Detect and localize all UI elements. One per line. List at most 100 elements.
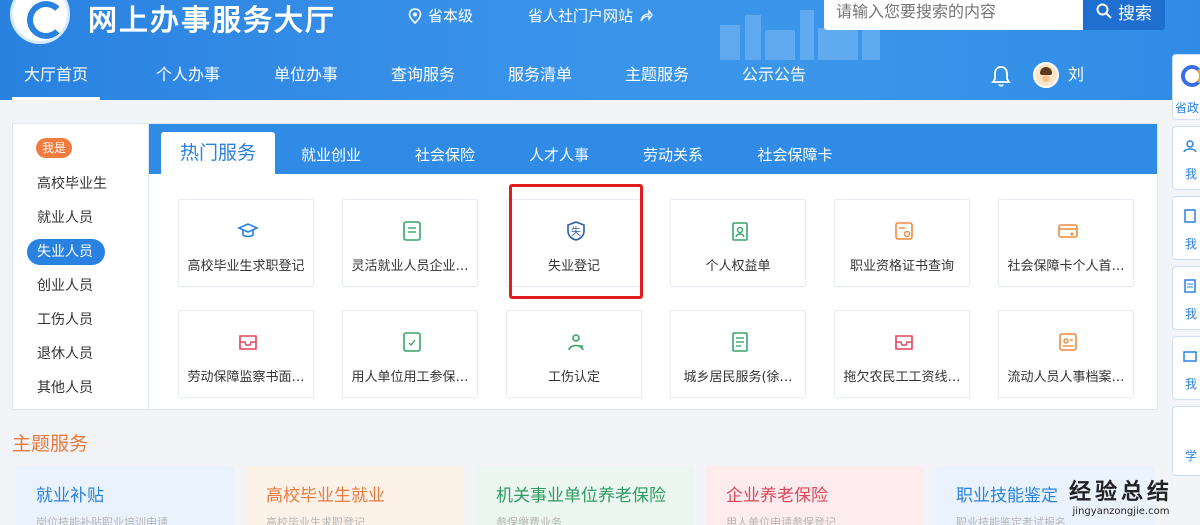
search-input[interactable]: [824, 0, 1084, 30]
service-card[interactable]: 城乡居民服务(徐…: [670, 310, 806, 398]
tab-talent[interactable]: 人才人事: [529, 139, 589, 174]
service-card[interactable]: 个人权益单: [670, 199, 806, 287]
float-item-2-label: 我: [1185, 167, 1198, 181]
theme-section-title: 主题服务: [12, 433, 89, 455]
watermark: 经验总结 jingyanzongjie.com: [1046, 474, 1196, 524]
list-icon: [1184, 279, 1196, 293]
graduation-cap-icon: [237, 223, 259, 238]
float-item-gov-label: 省政: [1175, 101, 1200, 115]
float-item-4-label: 我: [1185, 307, 1198, 321]
region-selector[interactable]: 省本级: [408, 4, 473, 28]
identity-item-graduate[interactable]: 高校毕业生: [27, 171, 117, 197]
username[interactable]: 刘: [1068, 62, 1084, 88]
service-label: 流动人员人事档案…: [1007, 370, 1125, 385]
social-security-card-icon: [1058, 224, 1078, 238]
tab-hot-services[interactable]: 热门服务: [161, 132, 275, 174]
nav-query[interactable]: 查询服务: [348, 52, 498, 100]
tab-labor-relations[interactable]: 劳动关系: [643, 139, 703, 174]
service-label: 拖欠农民工工资线…: [843, 370, 961, 385]
identity-item-unemployed[interactable]: 失业人员: [27, 239, 105, 265]
notification-bell-icon[interactable]: [990, 64, 1012, 88]
nav-unit[interactable]: 单位办事: [264, 52, 348, 100]
location-pin-icon: [408, 8, 422, 24]
site-logo[interactable]: [10, 0, 70, 44]
float-item-4[interactable]: 我: [1172, 266, 1200, 330]
search-button[interactable]: 搜索: [1083, 0, 1165, 30]
nav-service-list[interactable]: 服务清单: [498, 52, 582, 100]
service-card[interactable]: 社会保障卡个人首…: [998, 199, 1134, 287]
service-label: 城乡居民服务(徐…: [683, 370, 793, 385]
service-label: 灵活就业人员企业…: [351, 259, 469, 274]
region-label: 省本级: [428, 7, 474, 25]
portal-link-label: 省人社门户网站: [528, 7, 634, 25]
main-nav: 大厅首页 个人办事 单位办事 查询服务 服务清单 主题服务 公示公告: [0, 52, 816, 100]
theme-card-institution-pension[interactable]: 机关事业单位养老保险 参保缴费业务: [476, 466, 694, 525]
inbox-icon: [239, 335, 257, 350]
service-card[interactable]: 灵活就业人员企业…: [342, 199, 478, 287]
identity-item-injured[interactable]: 工伤人员: [27, 307, 117, 333]
identity-item-employed[interactable]: 就业人员: [27, 205, 117, 231]
tab-employment[interactable]: 就业创业: [301, 139, 361, 174]
theme-card-subtitle: 岗位技能补贴职业培训申请: [36, 516, 168, 525]
resident-doc-icon: [732, 332, 748, 352]
theme-card-graduate-employment[interactable]: 高校毕业生就业 高校毕业生求职登记: [246, 466, 464, 525]
tab-social-insurance[interactable]: 社会保险: [415, 139, 475, 174]
service-label: 职业资格证书查询: [849, 259, 954, 274]
wage-inbox-icon: [895, 335, 913, 350]
theme-card-title: 企业养老保险: [726, 486, 828, 506]
service-card[interactable]: 用人单位用工参保…: [342, 310, 478, 398]
service-label: 高校毕业生求职登记: [187, 259, 305, 274]
service-card[interactable]: 工伤认定: [506, 310, 642, 398]
identity-item-entrepreneur[interactable]: 创业人员: [27, 273, 117, 299]
nav-notice[interactable]: 公示公告: [732, 52, 816, 100]
floating-sidebar: 省政 我 我 我 我 学: [1172, 54, 1200, 482]
user-avatar[interactable]: [1033, 62, 1059, 88]
clipboard-person-icon: [732, 222, 748, 241]
service-card[interactable]: 拖欠农民工工资线…: [834, 310, 970, 398]
tab-social-card[interactable]: 社会保障卡: [757, 139, 833, 174]
portal-link[interactable]: 省人社门户网站: [528, 4, 653, 28]
gov-app-icon: [1181, 65, 1200, 87]
service-card[interactable]: 高校毕业生求职登记: [178, 199, 314, 287]
nav-theme[interactable]: 主题服务: [582, 52, 732, 100]
personnel-file-icon: [1059, 333, 1077, 351]
service-card[interactable]: 流动人员人事档案…: [998, 310, 1134, 398]
float-item-5-label: 我: [1185, 377, 1198, 391]
theme-card-employment-subsidy[interactable]: 就业补贴 岗位技能补贴职业培训申请: [16, 466, 234, 525]
identity-badge: 我是: [36, 138, 72, 158]
identity-item-other[interactable]: 其他人员: [27, 375, 117, 401]
certificate-search-icon: [895, 222, 913, 240]
site-header: 网上办事服务大厅 省本级 省人社门户网站 搜索 大厅首页 个人办事 单位办事 查…: [0, 0, 1200, 100]
site-title[interactable]: 网上办事服务大厅: [88, 0, 336, 40]
theme-card-title: 就业补贴: [36, 486, 104, 506]
identity-sidebar: 我是 高校毕业生 就业人员 失业人员 创业人员 工伤人员 退休人员 其他人员: [13, 124, 149, 409]
float-item-3-label: 我: [1185, 237, 1198, 251]
theme-card-subtitle: 高校毕业生求职登记: [266, 516, 365, 525]
float-item-gov[interactable]: 省政: [1172, 54, 1200, 120]
document-icon: [1184, 209, 1196, 223]
highlight-box: [509, 184, 643, 299]
watermark-main: 经验总结: [1068, 480, 1173, 505]
float-item-6[interactable]: 学: [1172, 406, 1200, 476]
folder-icon: [1183, 351, 1197, 362]
service-card[interactable]: 职业资格证书查询: [834, 199, 970, 287]
theme-card-enterprise-pension[interactable]: 企业养老保险 用人单位申请参保登记: [706, 466, 924, 525]
service-label: 社会保障卡个人首…: [1007, 259, 1125, 274]
service-card[interactable]: 劳动保障监察书面…: [178, 310, 314, 398]
float-item-6-label: 学: [1185, 449, 1198, 463]
float-item-5[interactable]: 我: [1172, 336, 1200, 400]
service-label: 个人权益单: [705, 259, 771, 274]
nav-personal[interactable]: 个人办事: [112, 52, 264, 100]
document-card-icon: [403, 221, 421, 241]
search-button-label: 搜索: [1118, 3, 1152, 24]
service-label: 工伤认定: [547, 370, 600, 385]
insurance-doc-icon: [403, 332, 421, 352]
theme-card-title: 机关事业单位养老保险: [496, 486, 666, 506]
identity-item-retired[interactable]: 退休人员: [27, 341, 117, 367]
theme-card-subtitle: 参保缴费业务: [496, 516, 562, 525]
watermark-url: jingyanzongjie.com: [1072, 506, 1170, 517]
float-item-3[interactable]: 我: [1172, 196, 1200, 260]
service-label: 劳动保障监察书面…: [187, 370, 305, 385]
nav-home[interactable]: 大厅首页: [0, 52, 112, 100]
float-item-2[interactable]: 我: [1172, 126, 1200, 190]
